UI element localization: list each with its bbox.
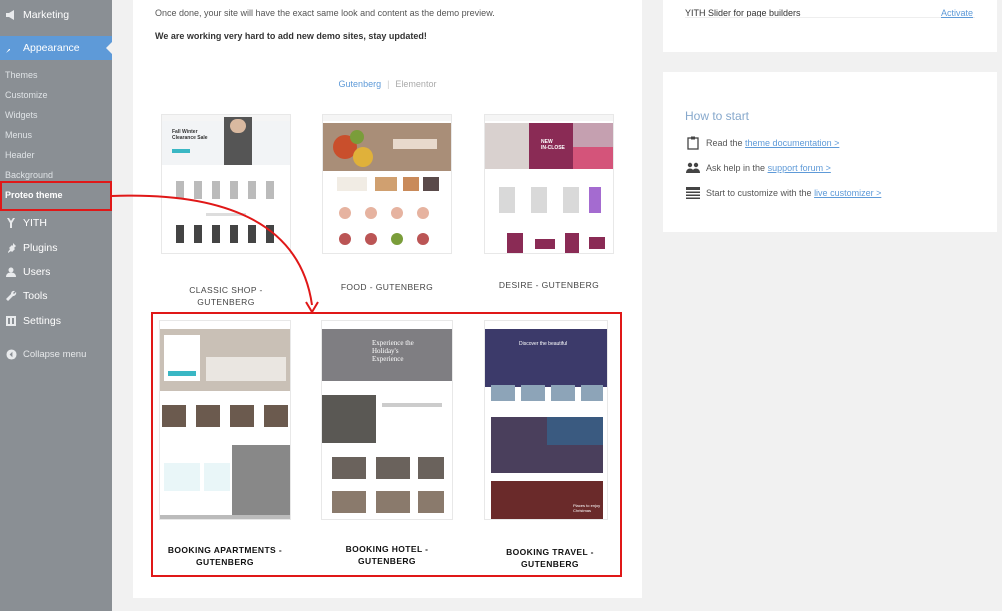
clipboard-icon: [685, 136, 701, 150]
how-row-customizer: Start to customize with the live customi…: [685, 186, 881, 200]
live-customizer-link[interactable]: live customizer >: [814, 188, 881, 198]
how-to-start-card: How to start Read the theme documentatio…: [663, 72, 997, 232]
plugins-card: YITH Slider for page builders Activate: [663, 0, 997, 52]
how-row-prefix: Ask help in the: [706, 163, 766, 173]
how-to-start-title: How to start: [685, 109, 750, 123]
users-icon: [685, 161, 701, 175]
support-forum-link[interactable]: support forum >: [768, 163, 831, 173]
how-row-docs: Read the theme documentation >: [685, 136, 839, 150]
how-row-prefix: Read the: [706, 138, 743, 148]
how-row-forum: Ask help in the support forum >: [685, 161, 831, 175]
theme-documentation-link[interactable]: theme documentation >: [745, 138, 839, 148]
wp-admin-screen: Marketing Appearance Themes Customize Wi…: [0, 0, 1002, 611]
layout-icon: [685, 186, 701, 200]
plugin-activate-link[interactable]: Activate: [941, 8, 973, 18]
how-row-prefix: Start to customize with the: [706, 188, 812, 198]
